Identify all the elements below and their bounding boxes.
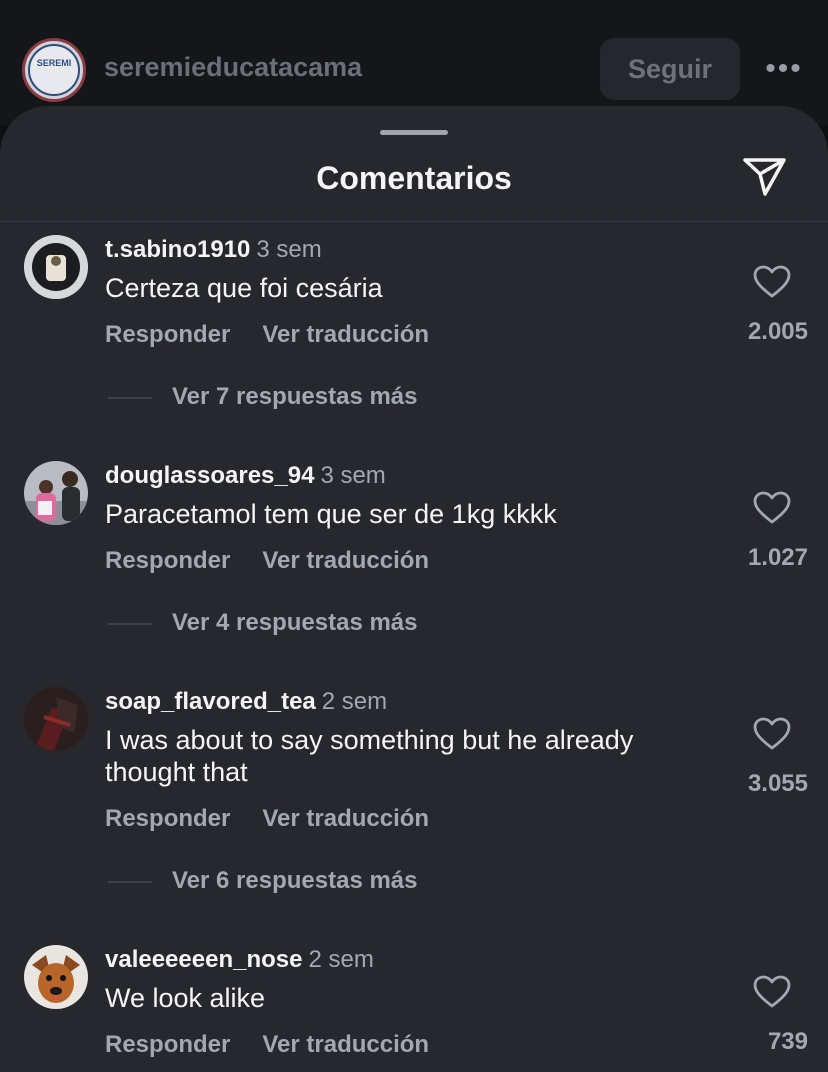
- comment-actions: Responder Ver traducción: [105, 805, 429, 833]
- heart-icon[interactable]: [752, 716, 792, 752]
- view-replies-label: Ver 4 respuestas más: [172, 609, 418, 636]
- reply-button[interactable]: Responder: [105, 805, 230, 833]
- reply-button[interactable]: Responder: [105, 547, 230, 575]
- replies-divider-line: [108, 622, 152, 625]
- heart-icon[interactable]: [752, 974, 792, 1010]
- translate-button[interactable]: Ver traducción: [262, 321, 429, 349]
- reply-button[interactable]: Responder: [105, 321, 230, 349]
- comment-actions: Responder Ver traducción: [105, 321, 429, 349]
- comment-text: Certeza que foi cesária: [105, 273, 383, 303]
- replies-divider-line: [108, 880, 152, 883]
- comment-actions: Responder Ver traducción: [105, 547, 429, 575]
- like-count: 2.005: [747, 318, 808, 345]
- sheet-title: Comentarios: [316, 160, 512, 196]
- commenter-username[interactable]: soap_flavored_tea: [105, 688, 316, 715]
- commenter-avatar[interactable]: [24, 945, 88, 1009]
- comment-header: douglassoares_94 3 sem: [105, 462, 386, 490]
- reply-button[interactable]: Responder: [105, 1031, 230, 1059]
- commenter-username[interactable]: valeeeeeen_nose: [105, 946, 302, 973]
- like-count: 3.055: [747, 770, 808, 797]
- share-icon[interactable]: [740, 154, 790, 200]
- comment-time: 3 sem: [320, 462, 386, 489]
- commenter-avatar[interactable]: [24, 461, 88, 525]
- post-author-avatar[interactable]: SEREMI: [22, 38, 86, 102]
- comment-header: soap_flavored_tea 2 sem: [105, 688, 387, 716]
- comment-time: 2 sem: [308, 946, 374, 973]
- translate-button[interactable]: Ver traducción: [262, 547, 429, 575]
- comment-text: Paracetamol tem que ser de 1kg kkkk: [105, 499, 557, 529]
- comment-time: 2 sem: [321, 688, 388, 715]
- comment-time: 3 sem: [256, 236, 322, 263]
- comment-header: valeeeeeen_nose 2 sem: [105, 946, 374, 974]
- avatar-logo: SEREMI: [28, 44, 80, 96]
- commenter-username[interactable]: douglassoares_94: [105, 462, 314, 489]
- comment-text: We look alike: [105, 983, 266, 1013]
- view-replies-button[interactable]: Ver 4 respuestas más: [108, 609, 418, 637]
- like-count: 1.027: [747, 544, 808, 571]
- more-options-icon[interactable]: •••: [762, 50, 806, 88]
- commenter-avatar[interactable]: [24, 687, 88, 751]
- commenter-username[interactable]: t.sabino1910: [105, 236, 250, 263]
- heart-icon[interactable]: [752, 264, 792, 300]
- view-replies-button[interactable]: Ver 7 respuestas más: [108, 383, 418, 411]
- follow-button[interactable]: Seguir: [600, 38, 740, 100]
- comment-text: I was about to say something but he alre…: [105, 725, 634, 787]
- comment-actions: Responder Ver traducción: [105, 1031, 429, 1059]
- post-author-username[interactable]: seremieducatacama: [104, 52, 362, 83]
- comment-header: t.sabino1910 3 sem: [105, 236, 322, 264]
- like-count: 739: [767, 1028, 808, 1055]
- sheet-divider: [0, 221, 828, 222]
- avatar-logo-text: SEREMI: [36, 58, 72, 68]
- view-replies-label: Ver 7 respuestas más: [172, 383, 418, 410]
- screen: SEREMI seremieducatacama Seguir ••• Come…: [0, 0, 828, 1072]
- replies-divider-line: [108, 396, 152, 399]
- translate-button[interactable]: Ver traducción: [262, 1031, 429, 1059]
- view-replies-button[interactable]: Ver 6 respuestas más: [108, 867, 418, 895]
- sheet-drag-handle[interactable]: [380, 130, 448, 135]
- translate-button[interactable]: Ver traducción: [262, 805, 429, 833]
- heart-icon[interactable]: [752, 490, 792, 526]
- commenter-avatar[interactable]: [24, 235, 88, 299]
- view-replies-label: Ver 6 respuestas más: [172, 867, 418, 894]
